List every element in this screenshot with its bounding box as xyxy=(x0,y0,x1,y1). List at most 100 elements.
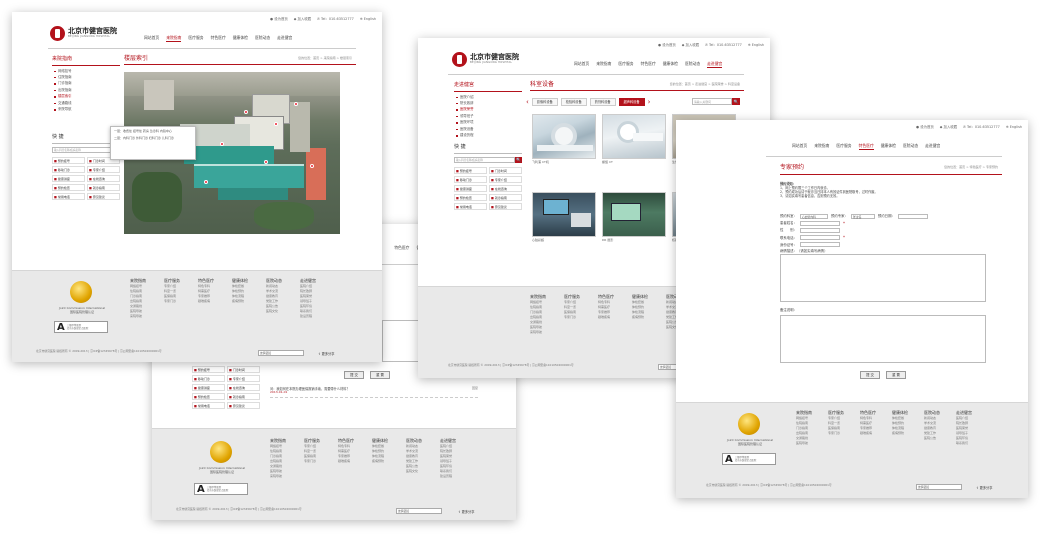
dept-search-input[interactable]: 输入科室名称/疾病名称 xyxy=(454,156,515,163)
friend-links-select[interactable]: 友情链接 xyxy=(396,508,442,514)
sidebar-item[interactable]: 建设历程 xyxy=(454,132,522,138)
nav-checkup[interactable]: 健康体检 xyxy=(663,61,678,68)
dept-search-input[interactable]: 输入科室名称/疾病名称 xyxy=(52,146,113,153)
next-arrow-icon[interactable]: › xyxy=(648,98,651,106)
tab-lab[interactable]: 检验科设备 xyxy=(560,98,587,107)
illness-textarea[interactable] xyxy=(780,254,986,302)
doctor-select[interactable]: 张主任 xyxy=(850,214,875,219)
nav-about[interactable]: 走进健宫 xyxy=(925,143,940,150)
remark-textarea[interactable] xyxy=(780,315,986,363)
quick-link[interactable]: ■ 在线咨询 xyxy=(489,184,522,192)
nav-news[interactable]: 医院动态 xyxy=(903,143,918,150)
quick-link[interactable]: ■ 在线咨询 xyxy=(227,384,260,391)
share-link[interactable]: ⇪ 更多分享 xyxy=(458,510,474,514)
floor-marker-icon[interactable] xyxy=(294,102,298,106)
nav-special[interactable]: 特色医疗 xyxy=(858,143,874,150)
english-link[interactable]: ⊕ English xyxy=(748,43,764,47)
quick-link[interactable]: ■ 意见建议 xyxy=(489,202,522,210)
nav-checkup[interactable]: 健康体检 xyxy=(881,143,896,150)
name-field[interactable] xyxy=(799,221,840,227)
share-link[interactable]: ⇪ 更多分享 xyxy=(318,352,334,356)
quick-link[interactable]: ■ 预约挂号 xyxy=(192,366,225,373)
nav-news[interactable]: 医院动态 xyxy=(255,35,270,42)
quick-link[interactable]: ■ 意见建议 xyxy=(227,402,260,409)
submit-button[interactable]: 提 交 xyxy=(860,371,880,379)
phone-field[interactable] xyxy=(799,235,840,241)
homepage-link[interactable]: ● 设为首页 xyxy=(270,17,288,21)
quick-link[interactable]: ■ 预约挂号 xyxy=(454,166,487,174)
submit-button[interactable]: 提 交 xyxy=(344,371,364,379)
reply-link[interactable]: 回复 xyxy=(472,386,478,391)
quick-link[interactable]: ■ 预约检查 xyxy=(454,193,487,201)
quick-link[interactable]: ■ 就诊指南 xyxy=(87,183,120,191)
hospital-logo[interactable]: 北京市健宫医院 BEIJING JIANGONG HOSPITAL xyxy=(452,52,519,67)
quick-link[interactable]: ■ 意见建议 xyxy=(87,192,120,200)
quick-link[interactable]: ■ 门诊时间 xyxy=(489,166,522,174)
bookmark-link[interactable]: ◆ 加入收藏 xyxy=(294,17,311,21)
search-icon[interactable]: 🔍 xyxy=(515,156,522,163)
nav-guide[interactable]: 来院指南 xyxy=(596,61,611,68)
nav-guide[interactable]: 来院指南 xyxy=(814,143,829,150)
reset-button[interactable]: 重 置 xyxy=(370,371,390,379)
quick-link[interactable]: ■ 预约挂号 xyxy=(52,156,85,164)
quick-link[interactable]: ■ 就诊指南 xyxy=(489,193,522,201)
idcard-field[interactable] xyxy=(799,242,840,248)
floor-marker-icon[interactable] xyxy=(204,180,208,184)
tab-pharmacy[interactable]: 药剂科设备 xyxy=(589,98,616,107)
quick-link[interactable]: ■ 健康讲座 xyxy=(454,184,487,192)
quick-link[interactable]: ■ 预约检查 xyxy=(52,183,85,191)
equipment-card[interactable]: 螺旋 CT xyxy=(602,114,666,165)
tab-imaging[interactable]: 影像科设备 xyxy=(531,98,558,107)
quick-link[interactable]: ■ 预约检查 xyxy=(192,393,225,400)
nav-about[interactable]: 走进健宫 xyxy=(707,61,723,68)
quick-link[interactable]: ■ 专家介绍 xyxy=(489,175,522,183)
quick-link[interactable]: ■ 专家介绍 xyxy=(87,165,120,173)
quick-link[interactable]: ■ 常用电话 xyxy=(454,202,487,210)
english-link[interactable]: ⊕ English xyxy=(1006,125,1022,129)
nav-medical[interactable]: 医疗服务 xyxy=(618,61,633,68)
dept-select[interactable]: 心血管内科 xyxy=(799,214,828,219)
equipment-card[interactable]: 心脏彩超 xyxy=(532,192,596,243)
homepage-link[interactable]: ● 设为首页 xyxy=(658,43,676,47)
quick-link[interactable]: ■ 专家介绍 xyxy=(227,375,260,382)
nav-medical[interactable]: 医疗服务 xyxy=(836,143,851,150)
quick-link[interactable]: ■ 门诊时间 xyxy=(227,366,260,373)
friend-links-select[interactable]: 友情链接 xyxy=(916,484,962,490)
quick-link[interactable]: ■ 健康讲座 xyxy=(52,174,85,182)
homepage-link[interactable]: ● 设为首页 xyxy=(916,125,934,129)
quick-link[interactable]: ■ 常用电话 xyxy=(52,192,85,200)
floor-marker-icon[interactable] xyxy=(274,122,278,126)
nav-medical[interactable]: 医疗服务 xyxy=(188,35,203,42)
floor-marker-icon[interactable] xyxy=(220,142,224,146)
quick-link[interactable]: ■ 在线咨询 xyxy=(87,174,120,182)
sidebar-item[interactable]: 来院导航 xyxy=(52,106,120,112)
equipment-card[interactable]: DR 摄影 xyxy=(602,192,666,243)
quick-link[interactable]: ■ 移动门诊 xyxy=(52,165,85,173)
nav-news[interactable]: 医院动态 xyxy=(685,61,700,68)
floor-marker-icon[interactable] xyxy=(310,164,314,168)
nav-special[interactable]: 特色医疗 xyxy=(394,245,409,252)
nav-about[interactable]: 走进健宫 xyxy=(277,35,292,42)
equipment-search-input[interactable]: 请输入关键词 xyxy=(692,98,732,105)
quick-link[interactable]: ■ 就诊指南 xyxy=(227,393,260,400)
nav-home[interactable]: 网站首页 xyxy=(792,143,807,150)
bookmark-link[interactable]: ◆ 加入收藏 xyxy=(682,43,699,47)
nav-special[interactable]: 特色医疗 xyxy=(211,35,226,42)
date-input[interactable] xyxy=(897,214,928,219)
quick-link[interactable]: ■ 移动门诊 xyxy=(192,375,225,382)
quick-link[interactable]: ■ 常用电话 xyxy=(192,402,225,409)
quick-link[interactable]: ■ 健康讲座 xyxy=(192,384,225,391)
equipment-card[interactable]: 飞利浦 CT机 xyxy=(532,114,596,165)
search-icon[interactable]: 🔍 xyxy=(732,98,740,105)
nav-checkup[interactable]: 健康体检 xyxy=(233,35,248,42)
floor-marker-icon[interactable] xyxy=(264,160,268,164)
prev-arrow-icon[interactable]: ‹ xyxy=(526,98,529,106)
tab-ultrasound[interactable]: 超声科设备 xyxy=(618,98,645,107)
share-link[interactable]: ⇪ 更多分享 xyxy=(976,486,992,490)
sex-field[interactable] xyxy=(799,228,840,234)
nav-home[interactable]: 网站首页 xyxy=(144,35,159,42)
bookmark-link[interactable]: ◆ 加入收藏 xyxy=(940,125,957,129)
quick-link[interactable]: ■ 移动门诊 xyxy=(454,175,487,183)
reset-button[interactable]: 重 置 xyxy=(886,371,906,379)
nav-special[interactable]: 特色医疗 xyxy=(641,61,656,68)
